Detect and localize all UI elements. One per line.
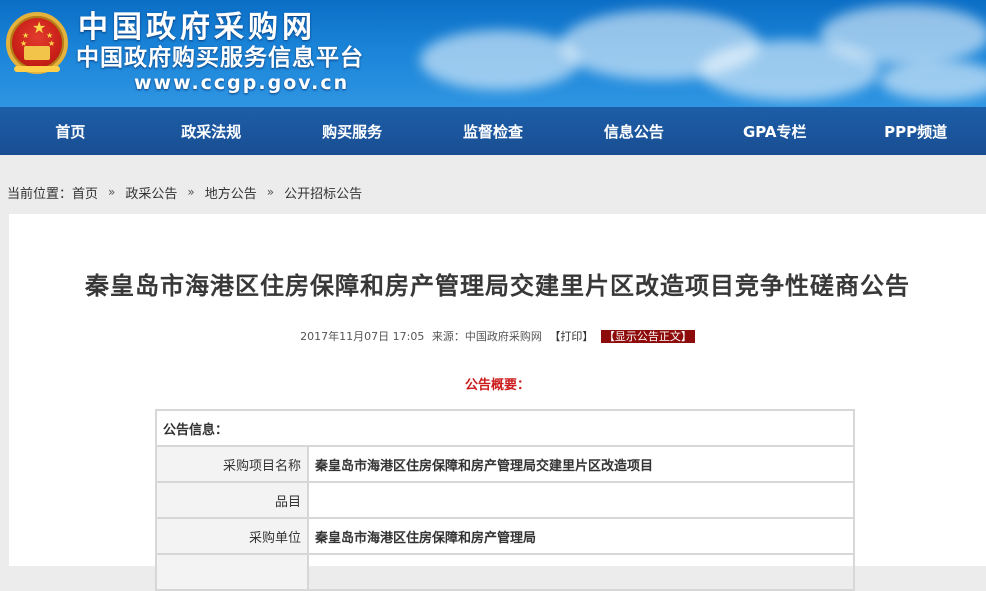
breadcrumb-local[interactable]: 地方公告 [205,183,257,202]
info-table: 公告信息： 采购项目名称 秦皇岛市海港区住房保障和房产管理局交建里片区改造项目 … [155,409,855,591]
table-row: 采购单位 秦皇岛市海港区住房保障和房产管理局 [155,517,855,555]
article-meta: 2017年11月07日 17:05 来源：中国政府采购网 【打印】 【显示公告正… [9,328,986,344]
row-value [307,481,855,519]
cloud-decoration [420,30,580,90]
table-row: 采购项目名称 秦皇岛市海港区住房保障和房产管理局交建里片区改造项目 [155,445,855,483]
breadcrumb-prefix: 当前位置： [7,186,73,202]
row-label: 采购项目名称 [155,445,309,483]
nav-item-announcements[interactable]: 信息公告 [563,121,704,142]
nav-item-supervision[interactable]: 监督检查 [423,121,564,142]
table-row: 公告信息： [155,409,855,447]
site-header: ★ ★ ★ ★ ★ 中国政府采购网 中国政府购买服务信息平台 www.ccgp.… [0,0,986,107]
nav-item-purchase-services[interactable]: 购买服务 [282,121,423,142]
source-name: 中国政府采购网 [464,330,542,343]
breadcrumb-tender[interactable]: 公开招标公告 [284,183,362,202]
site-title[interactable]: 中国政府采购网 [78,12,316,44]
breadcrumb: 当前位置： 首页 » 政采公告 » 地方公告 » 公开招标公告 [0,172,986,212]
row-label: 品目 [155,481,309,519]
national-emblem-icon[interactable]: ★ ★ ★ ★ ★ [6,12,68,74]
site-url: www.ccgp.gov.cn [134,72,350,94]
breadcrumb-separator: » [108,185,116,199]
row-label: 采购单位 [155,517,309,555]
row-value: 秦皇岛市海港区住房保障和房产管理局交建里片区改造项目 [307,445,855,483]
nav-item-home[interactable]: 首页 [0,121,141,142]
row-value: 秦皇岛市海港区住房保障和房产管理局 [307,517,855,555]
content-panel: 秦皇岛市海港区住房保障和房产管理局交建里片区改造项目竞争性磋商公告 2017年1… [9,214,986,591]
breadcrumb-home[interactable]: 首页 [72,183,98,202]
table-row: 品目 [155,481,855,519]
breadcrumb-procurement[interactable]: 政采公告 [125,183,177,202]
main-nav: 首页 政采法规 购买服务 监督检查 信息公告 GPA专栏 PPP频道 [0,107,986,155]
source-label: 来源： [431,330,465,343]
article-title: 秦皇岛市海港区住房保障和房产管理局交建里片区改造项目竞争性磋商公告 [85,272,910,300]
breadcrumb-separator: » [266,185,275,199]
nav-item-ppp[interactable]: PPP频道 [845,121,986,142]
row-label [155,553,309,591]
site-subtitle: 中国政府购买服务信息平台 [76,45,364,71]
publish-date: 2017年11月07日 17:05 [300,330,425,343]
table-header: 公告信息： [155,409,855,447]
print-link[interactable]: 【打印】 [549,330,593,343]
show-announcement-text-button[interactable]: 【显示公告正文】 [600,330,695,343]
cloud-decoration [820,5,986,65]
nav-item-regulations[interactable]: 政采法规 [141,121,282,142]
row-value [307,553,855,591]
cloud-decoration [880,60,986,100]
breadcrumb-separator: » [187,185,195,199]
table-row [155,553,855,591]
nav-item-gpa[interactable]: GPA专栏 [704,121,845,142]
summary-heading: 公告概要： [464,378,530,393]
